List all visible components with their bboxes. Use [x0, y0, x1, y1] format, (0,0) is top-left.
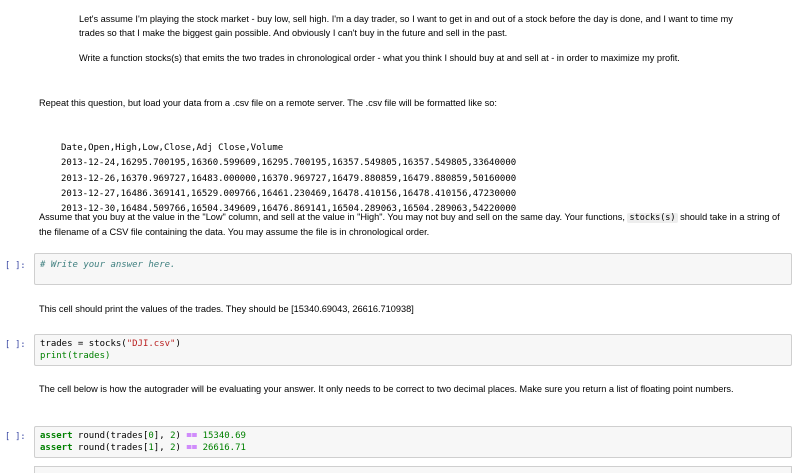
print-text: This cell should print the values of the… [39, 304, 414, 314]
code-text: ) [175, 443, 187, 453]
assume-text: Assume that you buy at the value in the … [39, 210, 784, 239]
code-operator: == [186, 431, 198, 441]
code-keyword: assert [40, 431, 73, 441]
intro-paragraph-1: Let's assume I'm playing the stock marke… [79, 14, 733, 38]
cell-prompt: [ ]: [5, 261, 26, 271]
code-text: ], [153, 443, 171, 453]
code-text: ) [175, 431, 187, 441]
csv-line: 2013-12-24,16295.700195,16360.599609,162… [61, 158, 517, 169]
code-line-2: print(trades) [40, 351, 111, 361]
code-text: ) [175, 339, 181, 349]
assert-line-1: assert round(trades[0], 2) == 15340.69 [40, 431, 246, 441]
assume-text-before: Assume that you buy at the value in the … [39, 212, 628, 222]
cell-prompt: [ ]: [5, 432, 26, 442]
code-number: 15340.69 [197, 431, 246, 441]
inline-code-stocks: stocks(s) [627, 213, 678, 223]
code-keyword: assert [40, 443, 73, 453]
code-number: 26616.71 [197, 443, 246, 453]
autograder-text: The cell below is how the autograder wil… [39, 384, 734, 394]
intro-paragraph-2: Write a function stocks(s) that emits th… [79, 53, 680, 63]
code-cell-trades[interactable]: trades = stocks("DJI.csv") print(trades) [34, 334, 792, 366]
intro-block: Let's assume I'm playing the stock marke… [79, 12, 759, 65]
code-text: round(trades[ [72, 443, 149, 453]
code-comment: # Write your answer here. [40, 260, 176, 270]
csv-line: 2013-12-26,16370.969727,16483.000000,163… [61, 173, 517, 184]
csv-line: Date,Open,High,Low,Close,Adj Close,Volum… [61, 143, 284, 154]
assert-line-2: assert round(trades[1], 2) == 26616.71 [40, 443, 246, 453]
code-line-1: trades = stocks("DJI.csv") [40, 339, 181, 349]
code-cell-assert[interactable]: assert round(trades[0], 2) == 15340.69 a… [34, 426, 792, 458]
code-cell-answer[interactable]: # Write your answer here. [34, 253, 792, 285]
code-operator: == [186, 443, 198, 453]
code-string: "DJI.csv" [126, 339, 176, 349]
csv-line: 2013-12-27,16486.369141,16529.009766,164… [61, 188, 517, 199]
csv-example: Date,Open,High,Low,Close,Adj Close,Volum… [61, 126, 516, 217]
repeat-text: Repeat this question, but load your data… [39, 98, 497, 108]
cell-prompt: [ ]: [5, 340, 26, 350]
code-text: round(trades[ [72, 431, 149, 441]
code-text: trades = stocks( [40, 339, 127, 349]
code-text: ], [153, 431, 171, 441]
